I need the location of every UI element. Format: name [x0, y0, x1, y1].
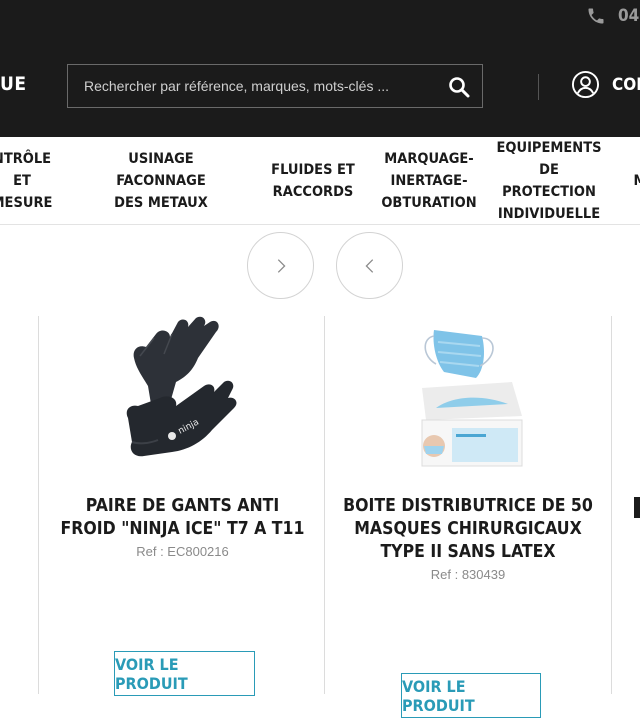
card-separator: [38, 316, 39, 694]
product-title[interactable]: PAIRE DE GANTS ANTI FROID "NINJA ICE" T7…: [60, 495, 305, 541]
account-label: CONN: [612, 74, 640, 95]
chevron-left-icon: [365, 258, 373, 273]
product-title[interactable]: BOITE DISTRIBUTRICE DE 50 MASQUES CHIRUR…: [342, 495, 594, 564]
account-link[interactable]: CONN: [571, 70, 640, 99]
search-button[interactable]: [446, 74, 472, 100]
phone-number: 04: [618, 6, 640, 26]
nav-item-controle-mesure[interactable]: NTRÔLE ET MESURE: [0, 137, 62, 224]
phone-icon: [588, 8, 604, 24]
brand-logo-text[interactable]: UE: [0, 73, 27, 95]
header-divider: [538, 74, 539, 100]
card-separator: [611, 316, 612, 694]
top-header: 04 UE CONN: [0, 0, 640, 137]
search-icon: [449, 77, 470, 98]
nav-item-more[interactable]: M: [630, 137, 640, 224]
nav-item-epi[interactable]: EQUIPEMENTS DE PROTECTION INDIVIDUELLE: [488, 137, 610, 224]
view-product-button[interactable]: VOIR LE PRODUIT: [401, 673, 541, 718]
product-ref: Ref : 830439: [430, 567, 506, 582]
next-card-title-fragment: [634, 497, 640, 518]
search-box: [67, 64, 483, 108]
product-image-masks[interactable]: [412, 320, 532, 468]
view-product-button[interactable]: VOIR LE PRODUIT: [114, 651, 255, 696]
carousel-next-button[interactable]: [247, 232, 314, 299]
card-separator: [324, 316, 325, 694]
nav-item-marquage[interactable]: MARQUAGE- INERTAGE- OBTURATION: [380, 137, 478, 224]
search-input[interactable]: [84, 65, 424, 107]
nav-item-usinage[interactable]: USINAGE FACONNAGE DES METAUX: [88, 137, 234, 224]
product-ref: Ref : EC800216: [136, 544, 229, 559]
chevron-right-icon: [277, 258, 285, 273]
phone-contact[interactable]: 04: [586, 6, 639, 26]
category-nav: NTRÔLE ET MESURE USINAGE FACONNAGE DES M…: [0, 137, 640, 225]
carousel-prev-button[interactable]: [336, 232, 403, 299]
product-image-gloves[interactable]: ninja: [118, 314, 248, 464]
nav-item-fluides[interactable]: FLUIDES ET RACCORDS: [268, 137, 358, 224]
user-icon: [571, 70, 600, 99]
